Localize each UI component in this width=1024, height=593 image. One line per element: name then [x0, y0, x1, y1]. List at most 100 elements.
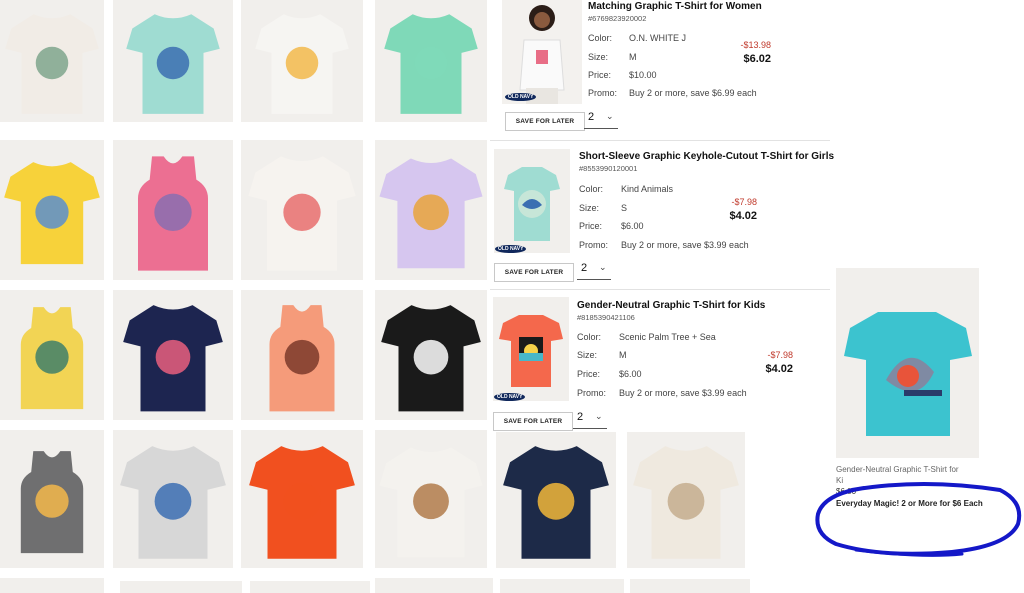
- promo-label: Promo:: [588, 88, 618, 98]
- peace-garden-tee-icon: [5, 14, 99, 114]
- product-tile[interactable]: [0, 290, 104, 420]
- product-tile-partial[interactable]: [120, 581, 242, 593]
- product-tile-partial[interactable]: [250, 581, 370, 593]
- price-label: Price:: [577, 369, 601, 379]
- color-label: Color:: [579, 184, 604, 194]
- cart-item-3-thumbnail[interactable]: OLD NAVY: [493, 297, 569, 401]
- divider: [490, 289, 830, 290]
- promo-value: Buy 2 or more, save $3.99 each: [619, 388, 747, 398]
- size-label: Size:: [577, 350, 598, 360]
- price-label: Price:: [588, 70, 612, 80]
- price-value: $6.00: [619, 369, 642, 379]
- size-value: S: [621, 203, 628, 213]
- save-for-later-button[interactable]: SAVE FOR LATER: [493, 412, 573, 431]
- butterfly-tee-icon: [4, 162, 100, 265]
- chevron-down-icon: ⌄: [606, 111, 614, 121]
- product-tile[interactable]: [0, 430, 104, 568]
- product-tile[interactable]: [375, 0, 487, 122]
- color-label: Color:: [577, 332, 602, 342]
- recommended-product-promo: Everyday Magic! 2 or More for $6 Each: [836, 499, 983, 508]
- product-tile[interactable]: [241, 290, 363, 420]
- item-total: $6.02: [743, 53, 771, 65]
- product-tile[interactable]: [0, 140, 104, 280]
- save-for-later-button[interactable]: SAVE FOR LATER: [505, 112, 585, 131]
- cart-item-sku: #6769823920002: [588, 14, 647, 23]
- product-tile[interactable]: [375, 290, 487, 420]
- product-tile[interactable]: [113, 430, 233, 568]
- product-tile-partial[interactable]: [500, 579, 624, 593]
- product-tile[interactable]: [113, 0, 233, 122]
- cart-item-2-thumbnail[interactable]: OLD NAVY: [494, 149, 570, 253]
- size-value: M: [629, 52, 637, 62]
- recycle-tank-icon: [20, 307, 84, 410]
- grey-logo-tee-icon: [120, 446, 226, 559]
- promo-value: Buy 2 or more, save $6.99 each: [629, 88, 757, 98]
- color-label: Color:: [588, 33, 613, 43]
- cart-item-1-thumbnail[interactable]: OLD NAVY: [502, 0, 582, 104]
- price-label: Price:: [579, 221, 603, 231]
- stripe-tee-icon: [633, 446, 739, 559]
- item-total: $4.02: [765, 363, 793, 375]
- product-tile[interactable]: [627, 430, 745, 568]
- crossback-tee-icon: [384, 14, 478, 114]
- promo-label: Promo:: [577, 388, 607, 398]
- quantity-value: 2: [577, 411, 584, 423]
- promo-value: Buy 2 or more, save $3.99 each: [621, 240, 749, 250]
- rainbow-logo-tee-icon: [255, 14, 349, 114]
- chevron-down-icon: ⌄: [599, 262, 607, 272]
- lilac-mountain-tee-icon: [379, 158, 483, 269]
- cart-item-title[interactable]: Gender-Neutral Graphic T-Shirt for Kids: [577, 300, 765, 311]
- color-value: Scenic Palm Tree + Sea: [619, 332, 716, 342]
- product-tile-partial[interactable]: [0, 578, 104, 593]
- discount-amount: -$7.98: [731, 197, 757, 207]
- product-tile-partial[interactable]: [375, 578, 493, 593]
- quantity-select[interactable]: 2 ⌄: [577, 260, 611, 280]
- size-label: Size:: [579, 203, 600, 213]
- size-value: M: [619, 350, 627, 360]
- product-tile[interactable]: [496, 430, 616, 568]
- love-out-loud-black-tee-icon: [381, 305, 481, 412]
- discount-amount: -$13.98: [740, 40, 771, 50]
- cart-item-2: OLD NAVY Short-Sleeve Graphic Keyhole-Cu…: [490, 143, 834, 288]
- shark-guitar-tee-icon: [836, 268, 979, 458]
- promo-label: Promo:: [579, 240, 609, 250]
- brand-badge: OLD NAVY: [494, 393, 526, 401]
- quantity-select[interactable]: 2 ⌄: [573, 409, 607, 429]
- product-tile-partial[interactable]: [630, 579, 750, 593]
- price-value: $10.00: [629, 70, 657, 80]
- product-tile[interactable]: [241, 430, 363, 568]
- cart-item-sku: #8553990120001: [579, 164, 638, 173]
- product-tile[interactable]: [113, 140, 233, 280]
- recommended-product-card[interactable]: Gender-Neutral Graphic T-Shirt for: [836, 268, 986, 474]
- color-value: O.N. WHITE J: [629, 33, 686, 43]
- quantity-select[interactable]: 2 ⌄: [584, 109, 618, 129]
- cart-item-3: OLD NAVY Gender-Neutral Graphic T-Shirt …: [490, 292, 830, 432]
- recommended-product-image[interactable]: [836, 268, 979, 458]
- woman-model-photo-icon: [502, 0, 582, 104]
- road-photo-tee-icon: [379, 447, 483, 558]
- cart-item-1: OLD NAVY Matching Graphic T-Shirt for Wo…: [498, 0, 828, 136]
- cart-item-title[interactable]: Matching Graphic T-Shirt for Women: [588, 1, 762, 12]
- save-for-later-button[interactable]: SAVE FOR LATER: [494, 263, 574, 282]
- recommended-product-price: $6.00: [836, 487, 857, 496]
- palm-tree-tee-icon: [493, 297, 569, 401]
- pink-tank-icon: [138, 156, 208, 271]
- divider: [490, 140, 830, 141]
- product-tile[interactable]: [241, 140, 363, 280]
- recommended-product-name[interactable]: Gender-Neutral Graphic T-Shirt for: [836, 465, 959, 474]
- product-tile[interactable]: [113, 290, 233, 420]
- product-tile[interactable]: [241, 0, 363, 122]
- color-value: Kind Animals: [621, 184, 674, 194]
- size-label: Size:: [588, 52, 609, 62]
- cart-item-title[interactable]: Short-Sleeve Graphic Keyhole-Cutout T-Sh…: [579, 151, 834, 162]
- stay-wild-tank-icon: [20, 451, 84, 554]
- item-total: $4.02: [729, 210, 757, 222]
- product-tile[interactable]: [375, 430, 487, 568]
- product-tile[interactable]: [375, 140, 487, 280]
- kind-animals-tee-icon: [126, 14, 220, 114]
- chevron-down-icon: ⌄: [595, 411, 603, 421]
- recommended-product-name-line2[interactable]: Ki: [836, 476, 843, 485]
- product-tile[interactable]: [0, 0, 104, 122]
- coral-tank-icon: [269, 305, 335, 412]
- love-out-loud-navy-tee-icon: [123, 305, 223, 412]
